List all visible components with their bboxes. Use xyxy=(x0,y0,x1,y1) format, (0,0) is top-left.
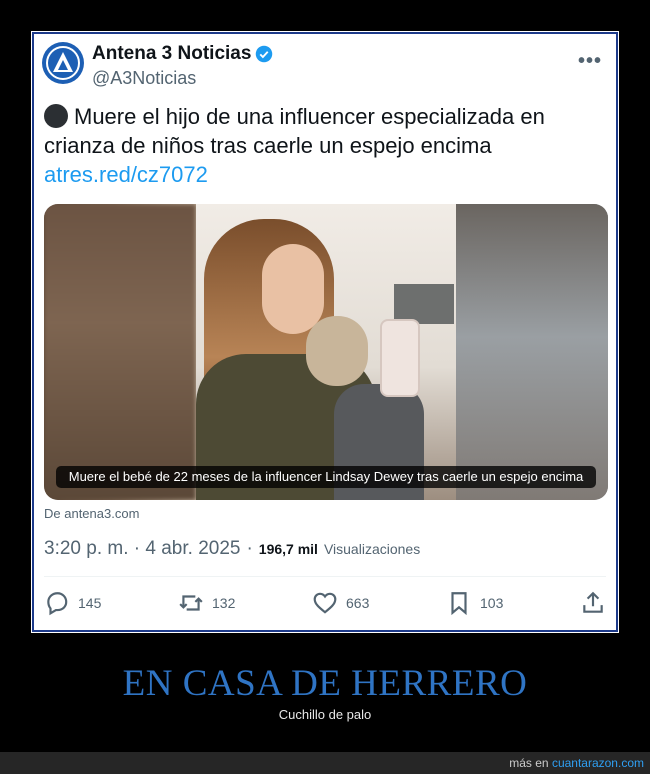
action-bar: 145 132 663 103 xyxy=(44,586,606,620)
tweet-body: Muere el hijo de una influencer especial… xyxy=(44,102,606,189)
bookmark-count: 103 xyxy=(480,595,504,611)
tweet-meta: 3:20 p. m. · 4 abr. 2025 · 196,7 mil Vis… xyxy=(44,538,420,560)
reply-count: 145 xyxy=(78,595,102,611)
retweet-icon xyxy=(179,595,203,611)
timestamp[interactable]: 3:20 p. m. · 4 abr. 2025 xyxy=(44,538,240,560)
bookmark-icon xyxy=(451,592,467,616)
image-blur-right xyxy=(456,204,608,500)
antena3-logo-icon xyxy=(46,46,80,80)
reply-icon xyxy=(47,592,68,616)
share-button[interactable] xyxy=(580,590,606,616)
meta-separator: · xyxy=(246,538,253,559)
retweet-button[interactable]: 132 xyxy=(178,590,235,616)
tweet-text: Muere el hijo de una influencer especial… xyxy=(44,104,545,158)
handle[interactable]: @A3Noticias xyxy=(92,68,196,89)
image-window xyxy=(394,284,454,324)
media-caption: Muere el bebé de 22 meses de la influenc… xyxy=(56,466,596,488)
views-count: 196,7 mil xyxy=(258,541,318,557)
media-image[interactable]: Muere el bebé de 22 meses de la influenc… xyxy=(44,204,608,500)
image-face xyxy=(262,244,324,334)
footer-link[interactable]: cuantarazon.com xyxy=(552,756,644,770)
tweet-header: Antena 3 Noticias @A3Noticias ••• xyxy=(42,40,608,90)
image-blur-left xyxy=(44,204,196,500)
tweet-card: Antena 3 Noticias @A3Noticias ••• Muere … xyxy=(31,31,619,633)
footer-text: más en cuantarazon.com xyxy=(509,756,644,770)
heart-icon xyxy=(313,592,337,614)
link-source[interactable]: De antena3.com xyxy=(44,506,139,521)
reply-button[interactable]: 145 xyxy=(44,590,101,616)
black-circle-icon xyxy=(44,104,68,128)
like-count: 663 xyxy=(346,595,370,611)
display-name[interactable]: Antena 3 Noticias xyxy=(92,43,251,65)
avatar[interactable] xyxy=(42,42,84,84)
share-icon xyxy=(583,591,603,613)
like-button[interactable]: 663 xyxy=(312,590,369,616)
footer-prefix: más en xyxy=(509,756,549,770)
image-baby-head xyxy=(306,316,368,386)
retweet-count: 132 xyxy=(212,595,236,611)
views-label: Visualizaciones xyxy=(323,541,421,557)
meme-headline: EN CASA DE HERRERO xyxy=(122,663,528,704)
meme-subhead: Cuchillo de palo xyxy=(278,707,372,722)
verified-badge-icon xyxy=(256,45,273,63)
image-phone xyxy=(380,319,420,397)
more-options-icon[interactable]: ••• xyxy=(578,50,602,73)
tweet-link[interactable]: atres.red/cz7072 xyxy=(44,160,606,189)
name-row: Antena 3 Noticias xyxy=(92,43,273,65)
footer-bar: más en cuantarazon.com xyxy=(0,752,650,774)
divider xyxy=(44,576,606,577)
bookmark-button[interactable]: 103 xyxy=(446,590,503,616)
